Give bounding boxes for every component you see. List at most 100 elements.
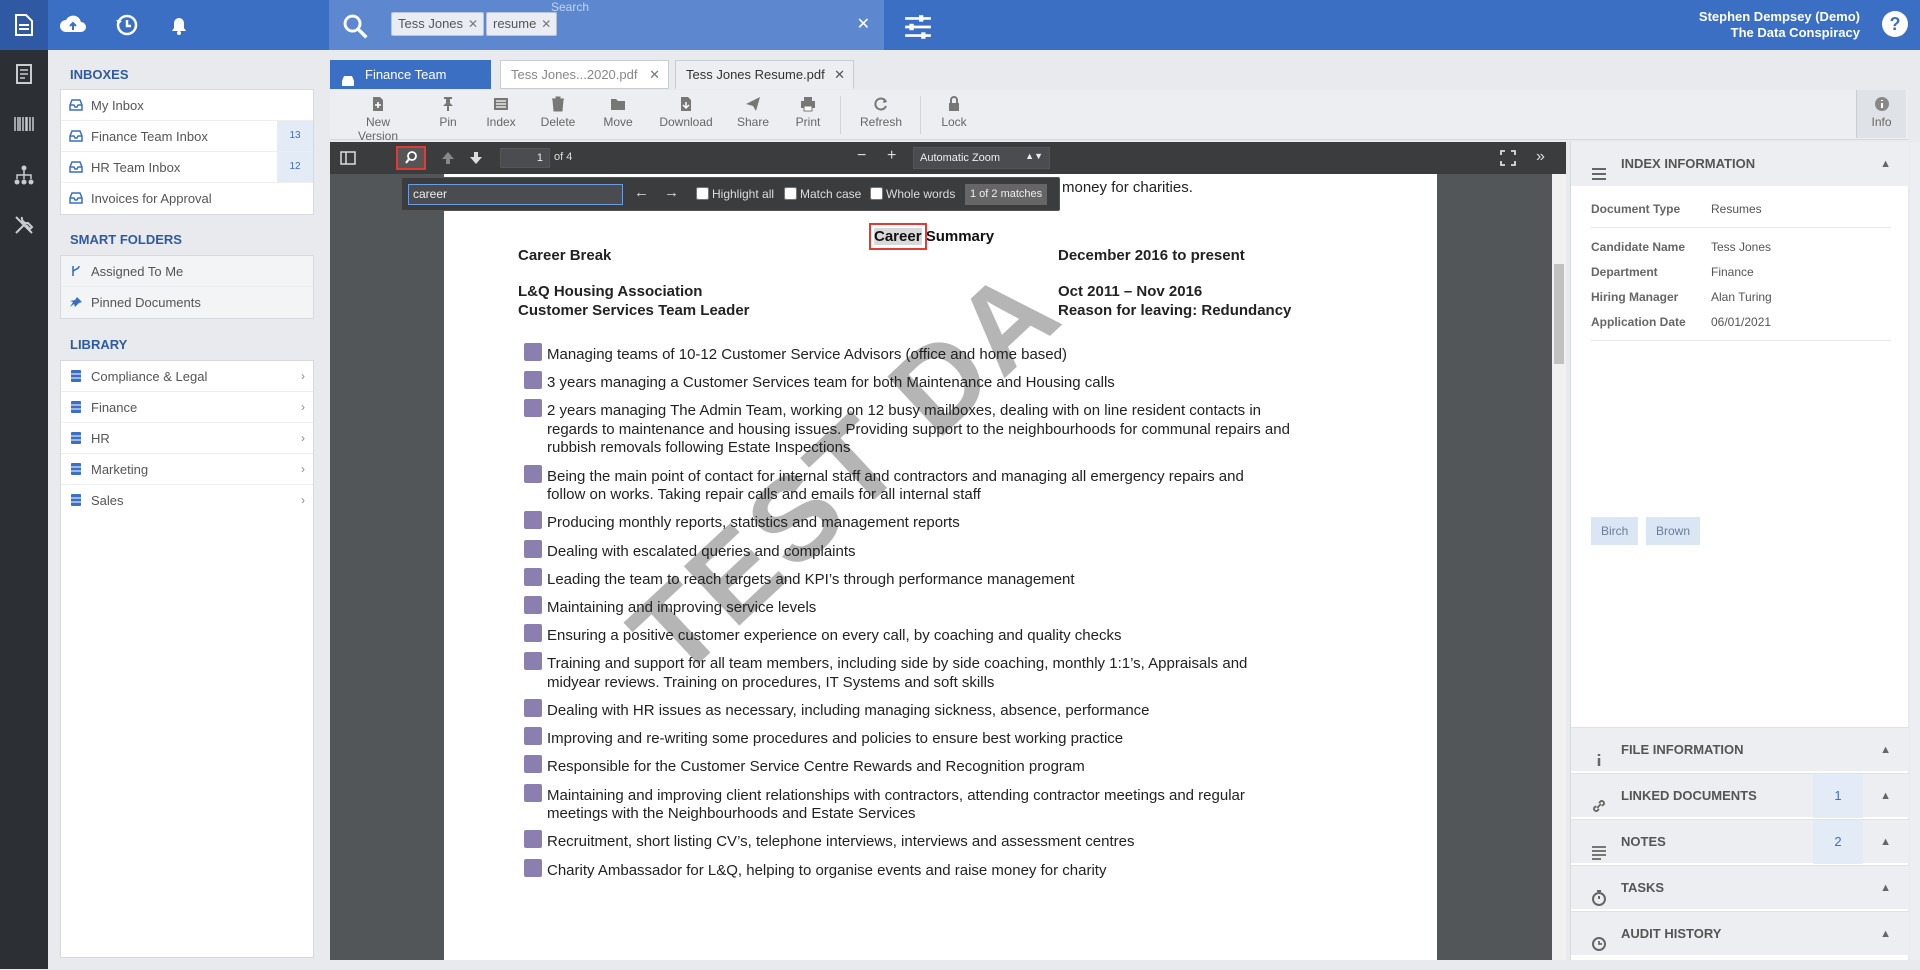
barcode-icon[interactable] <box>12 112 36 136</box>
notes-icon <box>1591 834 1607 860</box>
zoom-out-button[interactable]: − <box>857 147 866 165</box>
tools-menu-icon[interactable]: » <box>1536 148 1545 166</box>
index-button[interactable]: Index <box>483 96 519 129</box>
previous-page-icon[interactable] <box>440 150 456 166</box>
checkbox[interactable] <box>784 187 797 200</box>
zoom-select[interactable]: Automatic Zoom ▲▼ <box>913 147 1050 169</box>
search-chip[interactable]: resume ✕ <box>486 12 558 36</box>
print-button[interactable]: Print <box>792 96 824 129</box>
checkbox[interactable] <box>696 187 709 200</box>
field-key: Application Date <box>1591 315 1686 329</box>
info-button[interactable]: Info <box>1856 90 1906 138</box>
help-button[interactable]: ? <box>1882 11 1908 37</box>
tab-document-2020[interactable]: Tess Jones...2020.pdf ✕ <box>500 60 669 89</box>
chevron-up-icon[interactable]: ▲ <box>1880 728 1891 772</box>
documents-icon[interactable] <box>12 62 36 86</box>
tab-close-icon[interactable]: ✕ <box>834 61 845 88</box>
sidebar-item-finance-inbox[interactable]: Finance Team Inbox 13 <box>61 121 313 152</box>
chip-close-icon[interactable]: ✕ <box>541 13 551 35</box>
tag-badge[interactable]: Brown <box>1646 517 1701 545</box>
audit-history-header[interactable]: AUDIT HISTORY ▲ <box>1571 911 1909 955</box>
tasks-header[interactable]: TASKS ▲ <box>1571 865 1909 909</box>
page-number-input[interactable]: 1 <box>500 148 550 168</box>
sidebar-item-invoices[interactable]: Invoices for Approval <box>61 183 313 214</box>
bullet-icon <box>524 464 542 483</box>
match-case-checkbox[interactable]: Match case <box>784 187 861 201</box>
entry-left: Career Break <box>518 247 612 264</box>
move-button[interactable]: Move <box>600 96 636 129</box>
zoom-in-button[interactable]: + <box>887 147 896 165</box>
find-next-icon[interactable]: → <box>664 184 679 201</box>
viewer-scrollbar[interactable] <box>1552 174 1566 960</box>
chevron-up-icon[interactable]: ▲ <box>1880 912 1891 956</box>
search-bar[interactable]: Tess Jones ✕ resume ✕ Search ✕ <box>329 0 884 50</box>
delete-button[interactable]: Delete <box>538 96 578 129</box>
tab-tess-jones-resume[interactable]: Tess Jones Resume.pdf ✕ <box>675 60 854 89</box>
bullet-icon <box>524 727 542 746</box>
tab-close-icon[interactable]: ✕ <box>649 61 660 88</box>
chevron-right-icon: › <box>301 400 305 414</box>
history-icon[interactable] <box>112 10 142 40</box>
app-logo[interactable] <box>0 0 48 50</box>
sidebar-item-my-inbox[interactable]: My Inbox <box>61 90 313 121</box>
sidebar-item-assigned[interactable]: Assigned To Me <box>61 256 313 287</box>
find-input[interactable]: career <box>408 184 623 205</box>
sidebar-item-hr[interactable]: HR › <box>61 423 313 454</box>
whole-words-checkbox[interactable]: Whole words <box>870 187 955 201</box>
fullscreen-icon[interactable] <box>1500 150 1516 166</box>
sidebar-item-finance[interactable]: Finance › <box>61 392 313 423</box>
bullet-text: Being the main point of contact for inte… <box>547 467 1244 485</box>
bullet-text: Training and support for all team member… <box>547 655 1248 673</box>
upload-icon[interactable] <box>58 10 88 40</box>
find-bar: career ← → Highlight all Match case Whol… <box>401 177 1060 211</box>
chevron-up-icon[interactable]: ▲ <box>1880 820 1891 864</box>
scrollbar-thumb[interactable] <box>1554 264 1564 364</box>
button-label: Refresh <box>859 115 903 129</box>
tab-finance-inbox[interactable]: Finance Team Inbox <box>330 60 491 109</box>
user-info[interactable]: Stephen Dempsey (Demo) The Data Conspira… <box>1699 9 1860 41</box>
checkbox-label: Whole words <box>886 187 956 201</box>
field-key: Document Type <box>1591 202 1681 216</box>
highlight-all-checkbox[interactable]: Highlight all <box>696 187 774 201</box>
find-button[interactable] <box>396 146 426 170</box>
sidebar-item-compliance[interactable]: Compliance & Legal › <box>61 361 313 392</box>
find-previous-icon[interactable]: ← <box>634 184 649 201</box>
search-chip[interactable]: Tess Jones ✕ <box>391 12 485 36</box>
chevron-up-icon[interactable]: ▲ <box>1880 774 1891 818</box>
sidebar-item-sales[interactable]: Sales › <box>61 485 313 516</box>
bullet-icon <box>524 371 542 390</box>
workflow-icon[interactable] <box>12 163 36 187</box>
chip-close-icon[interactable]: ✕ <box>468 13 478 35</box>
index-information-header[interactable]: INDEX INFORMATION ▲ <box>1571 142 1909 186</box>
file-information-header[interactable]: FILE INFORMATION ▲ <box>1571 727 1909 771</box>
tag-badge[interactable]: Birch <box>1591 517 1639 545</box>
chevron-up-icon[interactable]: ▲ <box>1880 866 1891 910</box>
sidebar-item-hr-inbox[interactable]: HR Team Inbox 12 <box>61 152 313 183</box>
inbox-icon <box>69 130 83 142</box>
refresh-button[interactable]: Refresh <box>858 96 904 129</box>
share-button[interactable]: Share <box>735 96 771 129</box>
history-icon <box>1591 926 1607 951</box>
next-page-icon[interactable] <box>468 150 484 166</box>
clear-search-icon[interactable]: ✕ <box>857 14 870 34</box>
linked-documents-header[interactable]: LINKED DOCUMENTS 1 ▲ <box>1571 773 1909 818</box>
sidebar-item-marketing[interactable]: Marketing › <box>61 454 313 485</box>
chevron-up-icon[interactable]: ▲ <box>1880 142 1891 186</box>
pin-button[interactable]: Pin <box>433 96 463 129</box>
notes-header[interactable]: NOTES 2 ▲ <box>1571 819 1909 864</box>
search-icon[interactable] <box>341 12 368 39</box>
new-version-button[interactable]: New Version <box>350 96 406 143</box>
branch-icon <box>69 265 83 277</box>
sidebar-toggle-icon[interactable] <box>340 150 356 166</box>
filter-settings-icon[interactable] <box>903 12 931 39</box>
sidebar-item-pinned[interactable]: Pinned Documents <box>61 287 313 318</box>
lock-button[interactable]: Lock <box>939 96 969 129</box>
field-key: Hiring Manager <box>1591 290 1679 304</box>
checkbox[interactable] <box>870 187 883 200</box>
tools-icon[interactable] <box>12 213 36 237</box>
entry-left: L&Q Housing Association <box>518 283 703 300</box>
info-icon <box>1874 96 1890 112</box>
bell-icon[interactable] <box>164 10 194 40</box>
download-button[interactable]: Download <box>658 96 714 129</box>
field-document-type: Document Type Resumes <box>1591 202 1762 216</box>
